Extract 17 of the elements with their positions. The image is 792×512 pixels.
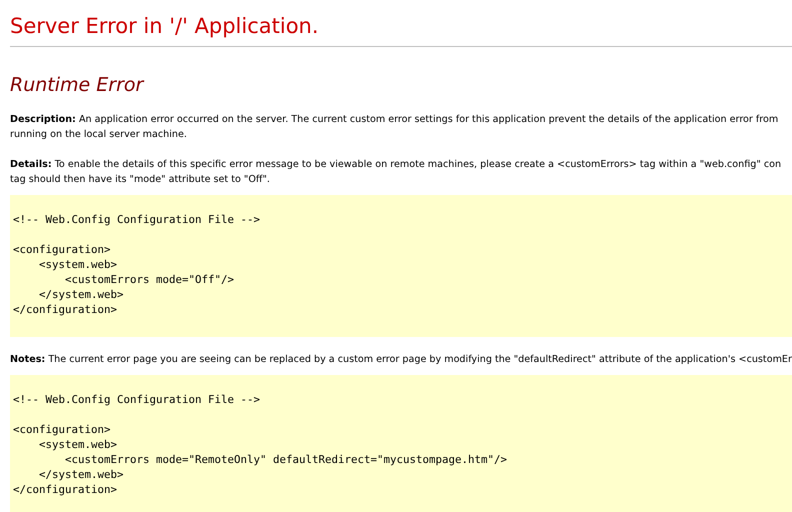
- code-line: <configuration>: [13, 422, 112, 437]
- code-line: <system.web>: [38, 257, 118, 272]
- code-line: </configuration>: [13, 302, 118, 317]
- error-heading: Runtime Error: [10, 73, 146, 97]
- code-line: </configuration>: [13, 482, 118, 497]
- error-paragraph: Details: To enable the details of this specific error message to be viewable on remote machines, please create a <customErrors> tag within a "web.config" con tag should then have its "mode" attribute set to "Off".: [10, 158, 782, 187]
- code-line: </system.web>: [38, 287, 125, 302]
- code-line: <customErrors mode="Off"/>: [64, 272, 236, 287]
- code-line: <configuration>: [13, 242, 112, 257]
- code-line: <customErrors mode="RemoteOnly" defaultRedirect="mycustompage.htm"/>: [64, 452, 508, 467]
- page-title: Server Error in '/' Application.: [10, 13, 320, 39]
- code-comment: <!-- Web.Config Configuration File -->: [13, 392, 262, 407]
- code-comment: <!-- Web.Config Configuration File -->: [13, 212, 262, 227]
- code-line: </system.web>: [38, 467, 125, 482]
- error-paragraph: Description: An application error occurred on the server. The current custom error settings for this application prevent the details of the application error from running on the local server machine.: [10, 113, 780, 142]
- error-paragraph: Notes: The current error page you are seeing can be replaced by a custom error page by modifying the "defaultRedirect" attribute of the application's <customEr: [10, 353, 792, 367]
- code-line: <system.web>: [38, 437, 118, 452]
